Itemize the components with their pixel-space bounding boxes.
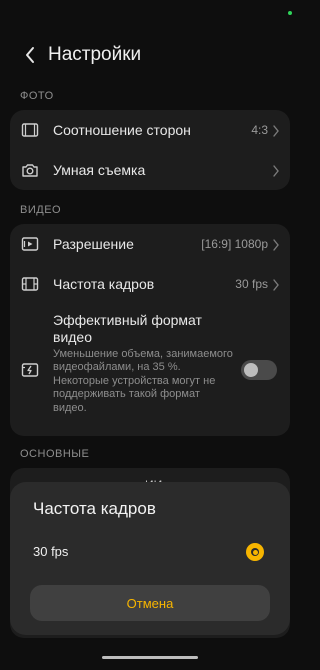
video-settings-card: Разрешение [16:9] 1080p Частота кадров 3… — [10, 224, 290, 436]
cancel-button[interactable]: Отмена — [30, 585, 270, 621]
camera-icon — [21, 161, 39, 179]
setting-value: 30 fps — [235, 277, 268, 291]
chevron-right-icon — [272, 238, 280, 251]
setting-label: Разрешение — [53, 236, 134, 252]
home-indicator[interactable] — [102, 656, 198, 659]
chevron-right-icon — [272, 124, 280, 137]
setting-title-line1: Эффективный формат — [53, 312, 202, 328]
aspect-ratio-icon — [21, 121, 39, 139]
section-label-photo: ФОТО — [20, 90, 54, 102]
dialog-title: Частота кадров — [33, 499, 156, 518]
status-indicator — [288, 11, 292, 15]
option-label: 30 fps — [33, 544, 69, 559]
setting-smart-capture[interactable]: Умная съемка — [10, 150, 290, 190]
film-icon — [21, 275, 39, 293]
section-label-basic: ОСНОВНЫЕ — [20, 448, 90, 460]
chevron-right-icon — [272, 278, 280, 291]
section-label-video: ВИДЕО — [20, 204, 62, 216]
setting-description: Уменьшение объема, занимаемого видеофайл… — [53, 348, 233, 414]
frame-rate-dialog: Частота кадров 30 fps Отмена — [10, 482, 290, 635]
back-arrow-icon[interactable] — [20, 45, 40, 65]
radio-center — [252, 549, 258, 555]
frame-rate-option[interactable]: 30 fps — [10, 534, 290, 570]
setting-value: 4:3 — [251, 123, 268, 137]
photo-settings-card: Соотношение сторон 4:3 Умная съемка — [10, 110, 290, 190]
resolution-icon — [21, 235, 39, 253]
setting-frame-rate[interactable]: Частота кадров 30 fps — [10, 264, 290, 304]
setting-title-line2: видео — [53, 329, 92, 345]
setting-label: Умная съемка — [53, 162, 146, 178]
setting-aspect-ratio[interactable]: Соотношение сторон 4:3 — [10, 110, 290, 150]
page-title: Настройки — [48, 44, 142, 65]
toggle-knob — [244, 363, 258, 377]
video-format-icon — [21, 361, 39, 379]
radio-selected-icon[interactable] — [246, 543, 264, 561]
setting-efficient-video-format[interactable]: Эффективный формат видео Уменьшение объе… — [10, 308, 290, 432]
efficient-format-toggle[interactable] — [241, 360, 277, 380]
setting-label: Частота кадров — [53, 276, 155, 292]
setting-value: [16:9] 1080p — [201, 237, 268, 251]
page-header: Настройки — [20, 40, 141, 70]
chevron-right-icon — [272, 164, 280, 177]
setting-label: Соотношение сторон — [53, 122, 191, 138]
setting-resolution[interactable]: Разрешение [16:9] 1080p — [10, 224, 290, 264]
